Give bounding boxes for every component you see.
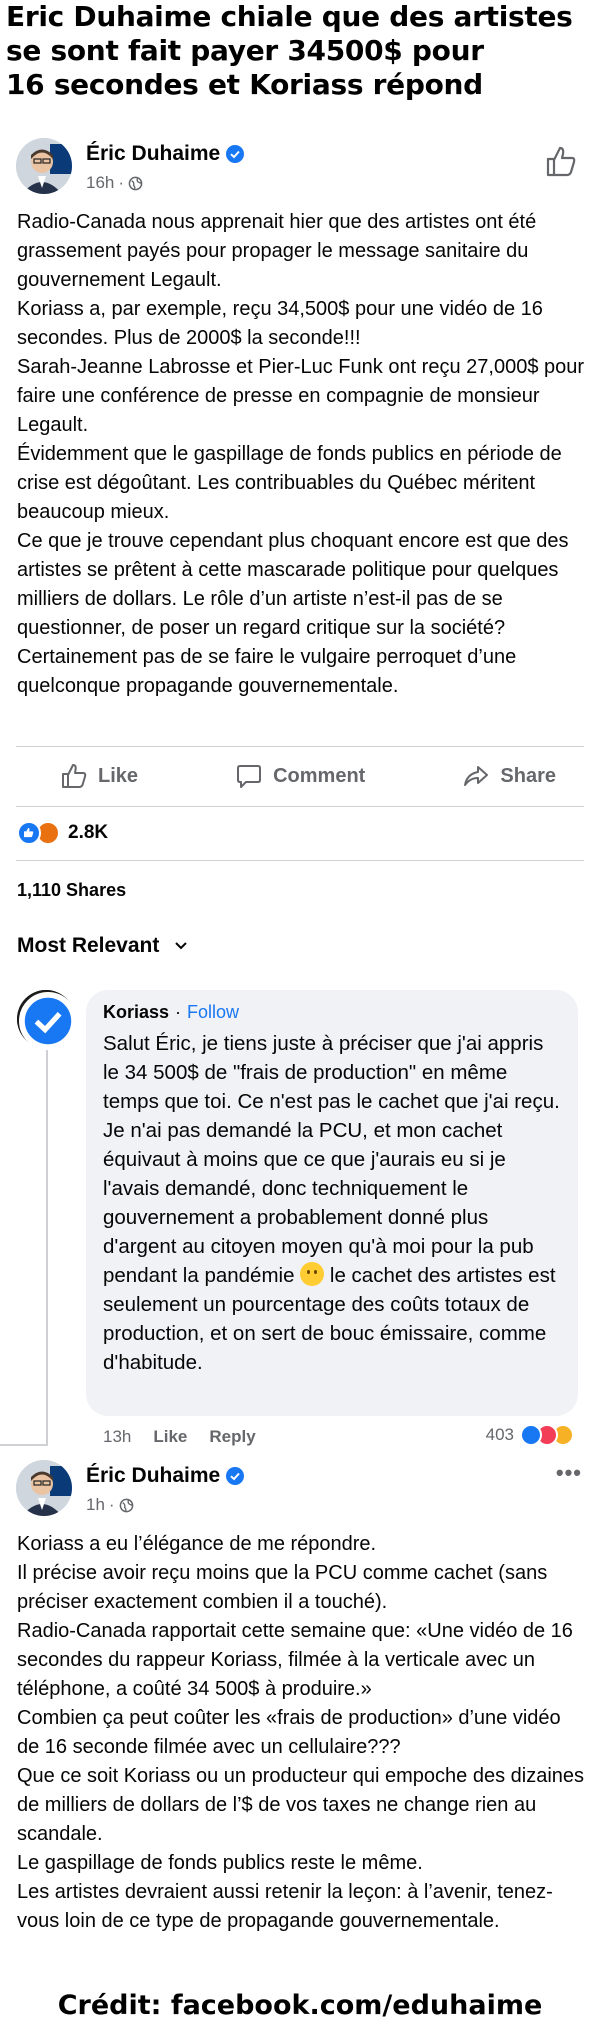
comment-header: Koriass · Follow (103, 1002, 240, 1023)
globe-icon (128, 176, 143, 190)
author-avatar[interactable] (16, 138, 72, 194)
post-paragraph: Le gaspillage de fonds publics reste le … (17, 1852, 423, 1874)
post-paragraph: Ce que je trouve cependant plus choquant… (17, 530, 569, 697)
post-meta: 1h · (86, 1495, 134, 1515)
share-count[interactable]: 1,110 Shares (17, 880, 126, 901)
like-reaction-icon (17, 821, 41, 845)
post-actions: Like Comment Share (16, 752, 584, 800)
comment-time[interactable]: 13h (103, 1427, 131, 1447)
globe-icon (119, 1498, 133, 1512)
reply-post-header: Éric Duhaime 1h · ••• (16, 1460, 584, 1520)
author-name-row: Éric Duhaime (86, 1464, 245, 1488)
like-button[interactable]: Like (60, 762, 138, 790)
post-paragraph: Il précise avoir reçu moins que la PCU c… (17, 1562, 548, 1613)
comment-sort-dropdown[interactable]: Most Relevant (17, 934, 189, 958)
verified-badge-icon (226, 1467, 245, 1485)
verified-badge-icon (226, 145, 245, 163)
chevron-down-icon (175, 942, 188, 950)
author-name[interactable]: Éric Duhaime (86, 1464, 220, 1488)
headline: Eric Duhaime chiale que des artistes se … (6, 0, 598, 102)
thread-connector (0, 1444, 48, 1446)
comment-meta: 13h Like Reply (103, 1427, 256, 1447)
thread-line (46, 1050, 48, 1444)
post-paragraph: Koriass a eu l’élégance de me répondre. (17, 1533, 377, 1555)
share-icon (464, 766, 489, 786)
post-paragraph: Les artistes devraient aussi retenir la … (17, 1881, 553, 1932)
share-label: Share (500, 764, 556, 787)
post-paragraph: Radio-Canada rapportait cette semaine qu… (17, 1620, 573, 1700)
smile-emoji-icon (300, 1262, 325, 1286)
divider (16, 806, 584, 807)
share-button[interactable]: Share (462, 762, 556, 790)
reaction-summary[interactable]: 2.8K (17, 818, 108, 848)
post-paragraph: Que ce soit Koriass ou un producteur qui… (17, 1765, 585, 1845)
comment-reactions[interactable]: 403 (486, 1424, 574, 1446)
like-reaction-icon (520, 1424, 542, 1446)
post-paragraph: Combien ça peut coûter les «frais de pro… (17, 1707, 561, 1758)
headline-line-3: 16 secondes et Koriass répond (6, 68, 483, 101)
divider (16, 860, 584, 861)
sort-label: Most Relevant (17, 934, 160, 957)
comment-text-part: Salut Éric, je tiens juste à préciser qu… (103, 1032, 560, 1287)
like-label: Like (98, 764, 139, 787)
post-paragraph: Radio-Canada nous apprenait hier que des… (17, 211, 537, 291)
headline-line-2: se sont fait payer 34500$ pour (6, 34, 484, 67)
author-name[interactable]: Éric Duhaime (86, 142, 220, 166)
credit-caption: Crédit: facebook.com/eduhaime (57, 1990, 543, 2021)
post-paragraph: Sarah-Jeanne Labrosse et Pier-Luc Funk o… (17, 356, 585, 436)
commenter-name[interactable]: Koriass (103, 1002, 169, 1023)
thumbs-up-icon (62, 764, 87, 788)
reaction-count: 2.8K (68, 822, 109, 843)
post-body: Radio-Canada nous apprenait hier que des… (17, 208, 587, 701)
reply-post-body: Koriass a eu l’élégance de me répondre. … (17, 1530, 587, 1936)
post-paragraph: Koriass a, par exemple, reçu 34,500$ pou… (17, 298, 543, 349)
comment-icon (237, 765, 262, 788)
post-time[interactable]: 16h (86, 173, 114, 193)
comment-text: Salut Éric, je tiens juste à préciser qu… (103, 1029, 562, 1377)
comment-button[interactable]: Comment (235, 762, 365, 790)
comment-like-button[interactable]: Like (153, 1427, 187, 1447)
commenter-avatar[interactable] (17, 990, 77, 1050)
comment-label: Comment (273, 764, 366, 787)
more-options-icon[interactable]: ••• (556, 1460, 582, 1486)
post-meta: 16h · (86, 173, 143, 193)
author-avatar[interactable] (16, 1460, 72, 1516)
comment-reaction-count: 403 (485, 1425, 514, 1444)
comment-reply-button[interactable]: Reply (209, 1427, 255, 1447)
post-paragraph: Évidemment que le gaspillage de fonds pu… (17, 443, 562, 523)
follow-button[interactable]: Follow (187, 1002, 239, 1023)
author-name-row: Éric Duhaime (86, 142, 245, 166)
like-page-icon[interactable] (544, 144, 578, 178)
headline-line-1: Eric Duhaime chiale que des artistes (6, 0, 573, 33)
verified-badge-icon (19, 992, 77, 1050)
comment-bubble: Koriass · Follow Salut Éric, je tiens ju… (86, 990, 578, 1416)
post-time[interactable]: 1h (86, 1495, 105, 1515)
divider (16, 746, 584, 747)
post-header: Éric Duhaime 16h · (16, 138, 584, 198)
